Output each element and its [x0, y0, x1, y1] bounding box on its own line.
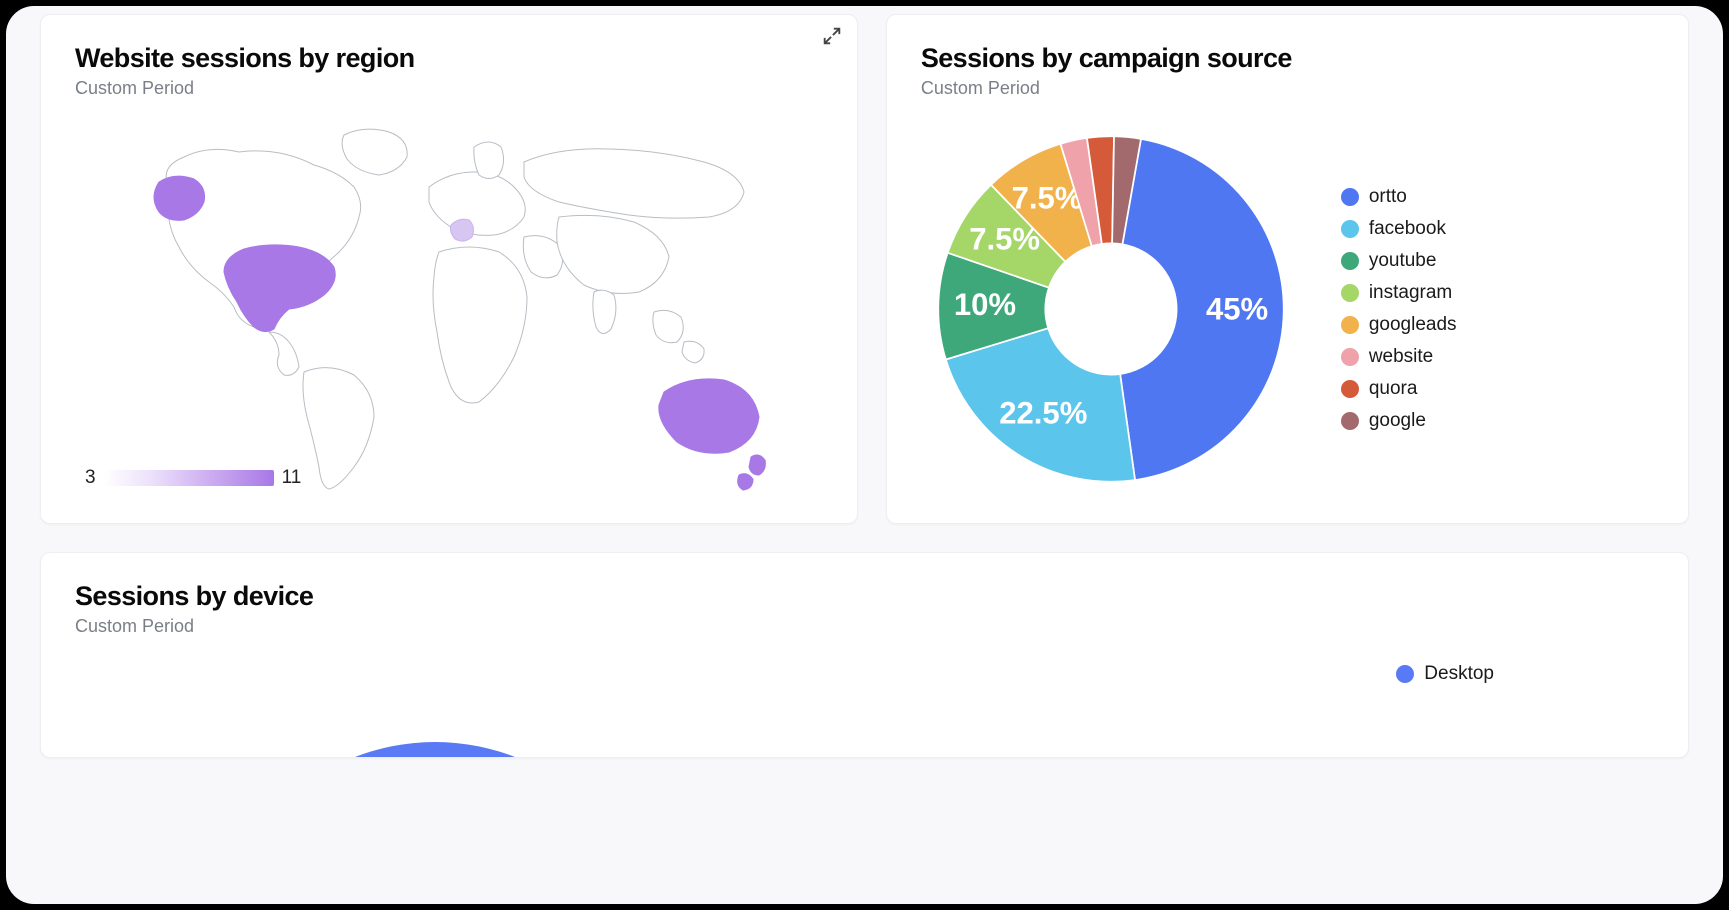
- legend-label: website: [1369, 346, 1433, 368]
- legend-label: facebook: [1369, 218, 1446, 240]
- legend-label: youtube: [1369, 250, 1437, 272]
- dashboard-frame: Website sessions by region Custom Period: [6, 6, 1723, 904]
- swatch-icon: [1341, 316, 1359, 334]
- legend-item-ortto[interactable]: ortto: [1341, 186, 1457, 208]
- card-sessions-by-campaign: Sessions by campaign source Custom Perio…: [886, 14, 1689, 524]
- card-sessions-by-region: Website sessions by region Custom Period: [40, 14, 858, 524]
- legend-item-google[interactable]: google: [1341, 410, 1457, 432]
- legend-item-website[interactable]: website: [1341, 346, 1457, 368]
- region-subtitle: Custom Period: [75, 78, 823, 99]
- swatch-icon: [1341, 348, 1359, 366]
- legend-label: Desktop: [1424, 663, 1494, 685]
- legend-item-instagram[interactable]: instagram: [1341, 282, 1457, 304]
- donut-slice-label: 22.5%: [999, 396, 1087, 431]
- swatch-icon: [1341, 412, 1359, 430]
- swatch-icon: [1341, 188, 1359, 206]
- gradient-bar: [104, 470, 274, 486]
- expand-icon[interactable]: [821, 25, 843, 47]
- campaign-subtitle: Custom Period: [921, 78, 1654, 99]
- donut-slice-label: 7.5%: [1011, 181, 1082, 216]
- device-subtitle: Custom Period: [75, 616, 1654, 637]
- swatch-icon: [1341, 380, 1359, 398]
- donut-legend: ortto facebook youtube instagram googleads we…: [1341, 186, 1457, 432]
- world-map-svg: [129, 117, 769, 497]
- region-title: Website sessions by region: [75, 43, 823, 74]
- campaign-title: Sessions by campaign source: [921, 43, 1654, 74]
- top-row: Website sessions by region Custom Period: [40, 14, 1689, 524]
- legend-item-desktop[interactable]: Desktop: [1396, 663, 1494, 685]
- swatch-icon: [1341, 252, 1359, 270]
- swatch-icon: [1396, 665, 1414, 683]
- donut-slice-label: 7.5%: [969, 221, 1040, 256]
- legend-label: quora: [1369, 378, 1418, 400]
- card-sessions-by-device: Sessions by device Custom Period Desktop: [40, 552, 1689, 758]
- device-title: Sessions by device: [75, 581, 1654, 612]
- map-scale-max: 11: [282, 467, 302, 489]
- legend-label: ortto: [1369, 186, 1407, 208]
- legend-label: instagram: [1369, 282, 1452, 304]
- device-pie-chart[interactable]: [265, 657, 605, 757]
- donut-slice-label: 45%: [1206, 291, 1268, 326]
- legend-item-youtube[interactable]: youtube: [1341, 250, 1457, 272]
- legend-item-quora[interactable]: quora: [1341, 378, 1457, 400]
- legend-item-googleads[interactable]: googleads: [1341, 314, 1457, 336]
- legend-item-facebook[interactable]: facebook: [1341, 218, 1457, 240]
- world-map[interactable]: 3 11: [75, 117, 823, 489]
- device-legend: Desktop: [1396, 663, 1494, 685]
- legend-label: googleads: [1369, 314, 1457, 336]
- donut-chart[interactable]: 45% 22.5% 10% 7.5% 7.5%: [921, 119, 1301, 499]
- donut-slice-label: 10%: [954, 287, 1016, 322]
- map-gradient-legend: 3 11: [85, 467, 301, 489]
- map-scale-min: 3: [85, 467, 96, 489]
- swatch-icon: [1341, 284, 1359, 302]
- swatch-icon: [1341, 220, 1359, 238]
- legend-label: google: [1369, 410, 1426, 432]
- bottom-row: Sessions by device Custom Period Desktop: [40, 552, 1689, 758]
